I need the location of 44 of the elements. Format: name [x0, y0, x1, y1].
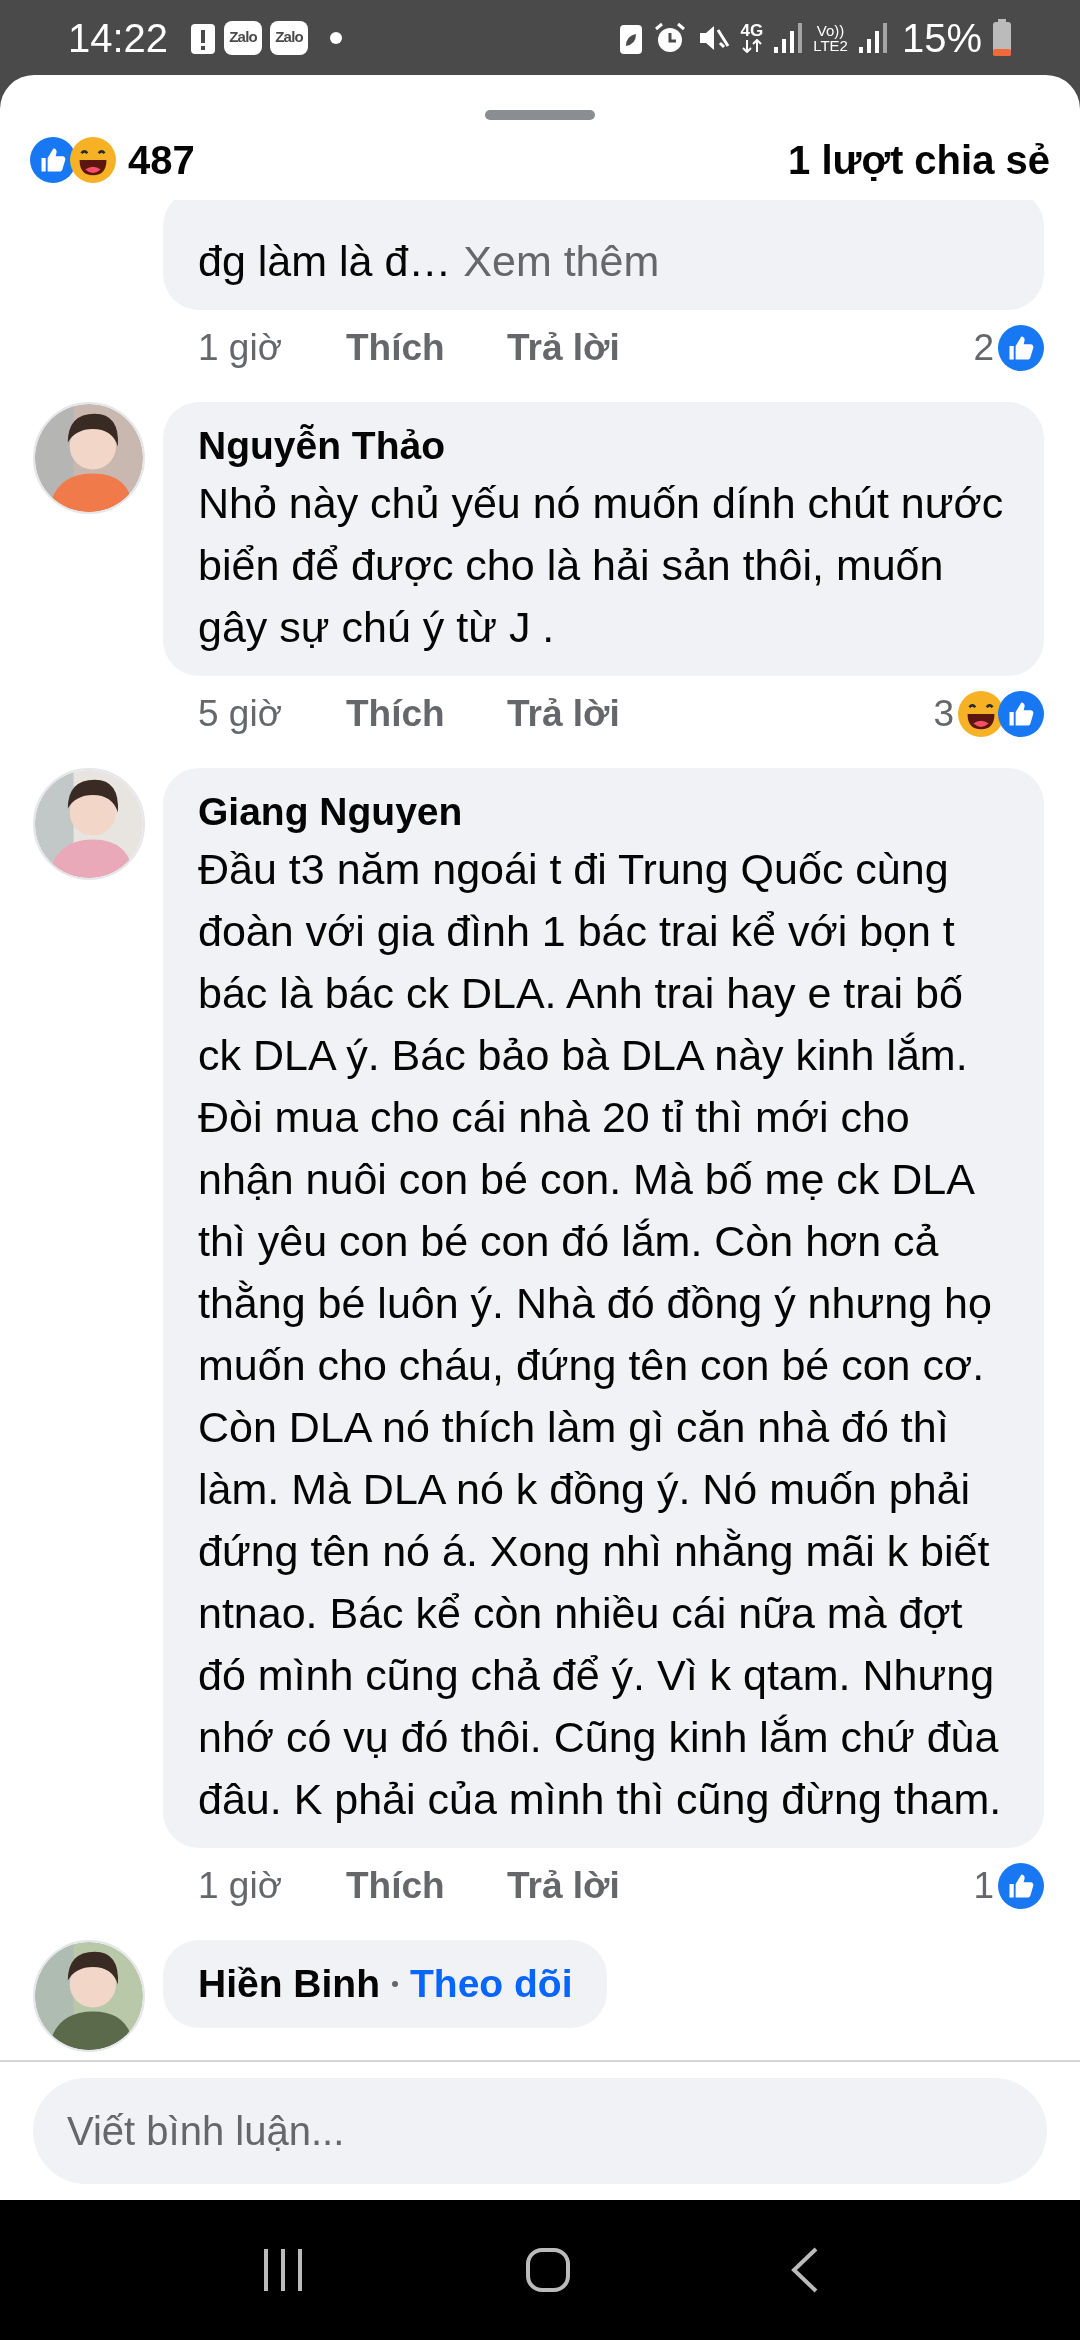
comment-author[interactable]: Hiền Binh	[198, 1954, 380, 2014]
reaction-count[interactable]: 487	[128, 130, 195, 190]
reply-link[interactable]: Trả lời	[507, 685, 620, 742]
volte-label: Vo))	[816, 22, 845, 38]
see-more-link[interactable]: Xem thêm	[463, 237, 660, 285]
dot-icon	[330, 31, 343, 44]
comment-text: đg làm là đ… Xem thêm	[198, 236, 661, 287]
comment-time: 1 giờ	[198, 1863, 283, 1908]
like-icon	[998, 1862, 1044, 1909]
signal-icon	[773, 20, 804, 55]
data-arrows-icon	[740, 39, 763, 53]
comment-text: Nhỏ này chủ yếu nó muốn dính chút nước biển để được cho là hải sản thôi, muốn gây sự chú ý từ J .	[198, 478, 1005, 653]
like-icon	[998, 324, 1044, 371]
reaction-count: 1	[973, 1863, 994, 1908]
reaction-count: 3	[933, 691, 954, 736]
share-count[interactable]: 1 lượt chia sẻ	[788, 130, 1050, 190]
reaction-count: 2	[973, 325, 994, 370]
like-icon	[30, 137, 76, 183]
alarm-icon	[652, 20, 687, 55]
network-type-label: 4G	[740, 22, 764, 39]
comment-time: 1 giờ	[198, 325, 283, 370]
reply-link[interactable]: Trả lời	[507, 1857, 620, 1914]
battery-percentage: 15%	[901, 14, 982, 62]
comment-text: Đầu t3 năm ngoái t đi Trung Quốc cùng đoàn với gia đình 1 bác trai kể với bọn t bác là bác ck DLA. Anh trai hay e trai bố ck DLA ý. Bác bảo bà DLA này kinh lắm. Đòi mua cho cái nhà 20 tỉ thì mới cho nhận nuôi con bé con. Mà bố mẹ ck DLA thì yêu con bé con đó lắm. Còn hơn cả thằng bé luôn ý. Nhà đó đồng ý nhưng họ muốn cho cháu, đứng tên con bé con cơ. Còn DLA nó thích làm gì căn nhà đó thì làm. Mà DLA nó k đồng ý. Nó muốn phải đứng tên nó á. Xong nhì nhằng mãi k biết ntnao. Bác kể còn nhiều cái nữa mà đợt đó mình cũng chả để ý. Vì k qtam. Nhưng nhớ có vụ đó thôi. Cũng kinh lắm chứ đùa đâu. K phải của mình thì cũng đừng tham.	[198, 844, 1003, 1825]
laughing-emoji-icon	[70, 137, 116, 183]
drag-handle[interactable]	[485, 110, 595, 120]
like-link[interactable]: Thích	[346, 685, 507, 742]
like-icon	[998, 690, 1044, 737]
app-notification-icon: Zalo	[224, 20, 263, 55]
comment-author[interactable]: Nguyễn Thảo	[198, 416, 445, 476]
reply-link[interactable]: Trả lời	[507, 319, 620, 376]
battery-icon	[992, 18, 1012, 57]
clock-time: 14:22	[68, 14, 169, 62]
like-link[interactable]: Thích	[346, 319, 507, 376]
like-link[interactable]: Thích	[346, 1857, 507, 1914]
app-notification-icon: Zalo	[270, 20, 309, 55]
home-icon[interactable]	[525, 2247, 571, 2293]
comment-input-field[interactable]: Viết bình luận...	[33, 2078, 1047, 2184]
comment-time: 5 giờ	[198, 691, 283, 736]
laughing-emoji-icon	[958, 690, 1004, 737]
follow-link[interactable]: Theo dõi	[410, 1954, 573, 2014]
signal-icon	[857, 20, 888, 55]
comment-author[interactable]: Giang Nguyen	[198, 782, 463, 842]
separator-dot-icon	[392, 1981, 398, 1987]
